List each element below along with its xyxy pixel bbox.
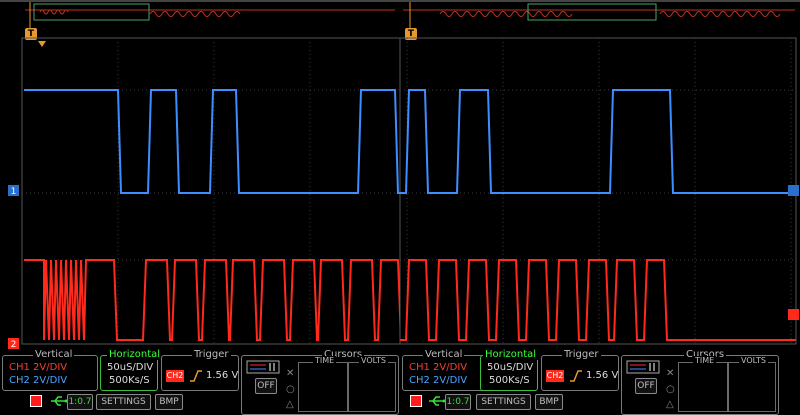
ch1-marker-label: 1 [11,187,17,197]
cursor-volts-box: VOLTS [728,356,776,412]
vertical-title: Vertical [33,349,75,360]
cursor-x-icon: ✕ [666,368,675,379]
trigger-title: Trigger [562,349,601,360]
vertical-panel[interactable]: Vertical CH1 2V/DIV CH2 2V/DIV [2,349,98,391]
cursor-time-box: TIME [678,356,728,412]
settings-button[interactable]: SETTINGS [476,394,531,410]
timebase-value: 50uS/DIV [487,362,534,373]
cursor-volts-box: VOLTS [348,356,396,412]
cursor-x-icon: ✕ [286,368,295,379]
cursor-o-icon: ○ [286,384,295,395]
trigger-title: Trigger [192,349,231,360]
waveform-display [400,37,799,345]
ch2-marker-label: 2 [11,340,17,349]
bmp-button[interactable]: BMP [155,394,183,410]
rising-edge-icon [570,370,582,382]
ch1-waveform [24,89,400,194]
trigger-time-marker [38,41,46,47]
ch2-waveform [400,259,796,341]
bmp-button[interactable]: BMP [535,394,563,410]
cursor-time-box: TIME [298,356,348,412]
cursor-delta-icon: △ [286,399,294,410]
trigger-level: 1.56 V [586,370,619,381]
scope-window-right: T Vertical CH1 2V/DIV CH2 2V/DIV Horizon… [400,0,800,415]
cursor-time-label: TIME [693,356,717,365]
ch1-scale: CH1 2V/DIV [9,362,68,373]
control-bar: Vertical CH1 2V/DIV CH2 2V/DIV Horizonta… [400,349,800,415]
control-bar: Vertical CH1 2V/DIV CH2 2V/DIV Horizonta… [0,349,400,415]
horizontal-panel[interactable]: Horizontal 50uS/DIV 500Ks/S [100,349,163,391]
vertical-title: Vertical [423,349,465,360]
horizontal-title: Horizontal [107,349,163,360]
samplerate-value: 500Ks/S [109,375,150,386]
rising-edge-icon [190,370,202,382]
cursor-mode-icon[interactable] [246,360,280,374]
trigger-level: 1.56 V [206,370,239,381]
settings-button[interactable]: SETTINGS [96,394,151,410]
cursor-off-button[interactable]: OFF [255,378,277,394]
zoom-ratio-button[interactable]: 1:0.7 [445,394,471,410]
trigger-source: CH2 [166,370,184,382]
horizontal-panel[interactable]: Horizontal 50uS/DIV 500Ks/S [480,349,539,391]
scope-window-left: T 1 2 Vertical CH1 2V/DIV CH2 2V/DIV Hor… [0,0,400,415]
graticule-grid [400,37,797,345]
ch1-waveform [400,89,796,194]
cursor-volts-label: VOLTS [359,356,388,365]
ch1-ground-marker[interactable]: 1 [8,185,19,197]
usb-icon [429,396,446,406]
cursor-time-label: TIME [313,356,337,365]
ch2-offset-marker-right[interactable] [788,309,799,320]
cursor-o-icon: ○ [666,384,675,395]
ch2-scale: CH2 2V/DIV [9,375,68,386]
waveform-display: 1 2 [8,37,400,349]
trigger-source: CH2 [546,370,564,382]
cursor-off-button[interactable]: OFF [635,378,657,394]
ch2-scale: CH2 2V/DIV [409,375,468,386]
horizontal-title: Horizontal [483,349,539,360]
ch1-scale: CH1 2V/DIV [409,362,468,373]
cursors-panel[interactable]: Cursors OFF ✕ ○ △ TIME VOLTS [621,349,779,415]
stop-icon[interactable] [30,395,42,407]
zoom-ratio-button[interactable]: 1:0.7 [67,394,93,410]
usb-icon [51,396,68,406]
ch2-ground-marker[interactable]: 2 [8,338,19,349]
cursor-mode-icon[interactable] [626,360,660,374]
cursor-delta-icon: △ [666,399,674,410]
timebase-value: 50uS/DIV [107,362,154,373]
ch2-waveform [24,259,400,341]
trigger-panel[interactable]: Trigger CH2 1.56 V [541,349,619,391]
samplerate-value: 500Ks/S [489,375,530,386]
stop-icon[interactable] [410,395,422,407]
ch1-offset-marker-right[interactable] [788,185,799,196]
cursors-panel[interactable]: Cursors OFF ✕ ○ △ TIME VOLTS [241,349,399,415]
trigger-panel[interactable]: Trigger CH2 1.56 V [161,349,239,391]
cursor-volts-label: VOLTS [739,356,768,365]
